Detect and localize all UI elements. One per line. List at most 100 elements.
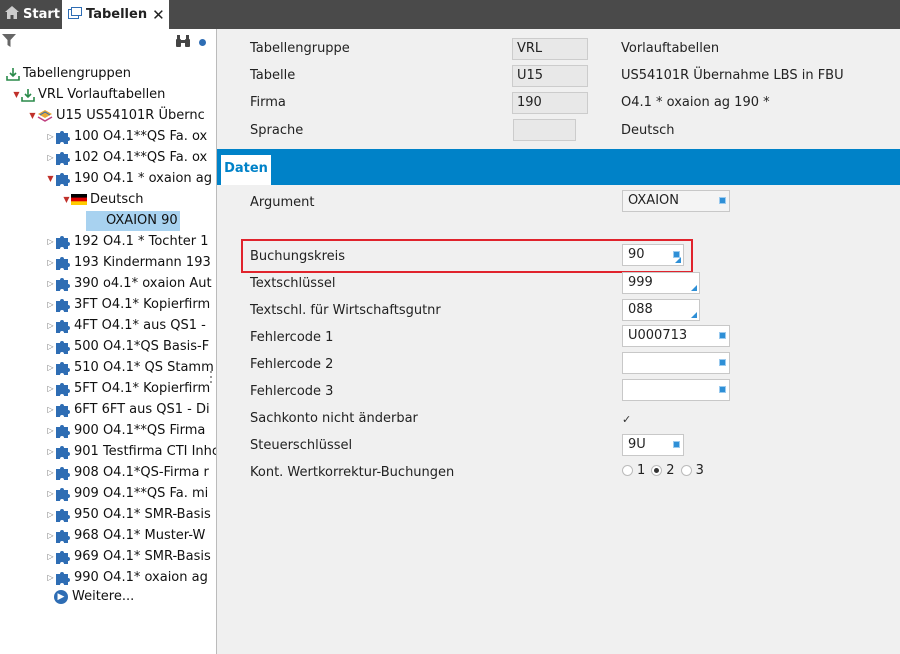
tree-label: 100 O4.1**QS Fa. ox — [74, 129, 208, 144]
tree-label: 908 O4.1*QS-Firma r — [74, 465, 209, 480]
corner-marker-icon — [691, 285, 697, 291]
corner-marker-icon — [675, 257, 681, 263]
radio-option-2[interactable] — [651, 465, 663, 476]
tree-node-company[interactable]: ▷ 900 O4.1**QS Firma — [46, 420, 205, 441]
lookup-icon[interactable] — [719, 386, 726, 393]
collapsed-arrow-icon[interactable]: ▷ — [46, 468, 55, 477]
collapsed-arrow-icon[interactable]: ▷ — [46, 237, 55, 246]
tree-node-company[interactable]: ▷ 193 Kindermann 193 — [46, 252, 210, 273]
collapsed-arrow-icon[interactable]: ▷ — [46, 258, 55, 267]
tree-node-tabellengruppen[interactable]: Tabellengruppen — [6, 63, 131, 84]
tree-node-company[interactable]: ▷ 950 O4.1* SMR-Basis — [46, 504, 210, 525]
collapsed-arrow-icon[interactable]: ▷ — [46, 447, 55, 456]
collapsed-arrow-icon[interactable]: ▷ — [46, 573, 55, 582]
expanded-arrow-icon[interactable]: ▼ — [46, 174, 55, 183]
tree-label: 6FT 6FT aus QS1 - Di — [74, 402, 210, 417]
collapsed-arrow-icon[interactable]: ▷ — [46, 489, 55, 498]
lookup-icon[interactable] — [719, 359, 726, 366]
tree-node-company[interactable]: ▷ 909 O4.1**QS Fa. mi — [46, 483, 208, 504]
buchungskreis-input[interactable]: 90 — [622, 244, 684, 266]
binoculars-icon[interactable] — [176, 35, 190, 51]
tree-node-selected[interactable]: OXAION 90 — [86, 210, 180, 231]
radio-option-3[interactable] — [680, 465, 692, 476]
collapsed-arrow-icon[interactable]: ▷ — [46, 342, 55, 351]
collapsed-arrow-icon[interactable]: ▷ — [46, 132, 55, 141]
fehlercode-2-input[interactable] — [622, 352, 730, 374]
tree-label: 390 o4.1* oxaion Aut — [74, 276, 212, 291]
tree-label: 5FT O4.1* Kopierfirm — [74, 381, 211, 396]
steuerschluessel-input[interactable]: 9U — [622, 434, 684, 456]
puzzle-icon — [55, 129, 71, 145]
tree-node-company[interactable]: ▷ 990 O4.1* oxaion ag — [46, 567, 207, 588]
more-link[interactable]: ▶ Weitere... — [54, 586, 134, 607]
tree-node-vrl[interactable]: ▼ VRL Vorlauftabellen — [12, 84, 165, 105]
collapsed-arrow-icon[interactable]: ▷ — [46, 426, 55, 435]
status-dot-icon[interactable] — [199, 39, 206, 46]
tree-node-company[interactable]: ▷ 192 O4.1 * Tochter 1 — [46, 231, 208, 252]
close-icon[interactable]: ✕ — [152, 6, 165, 24]
tree-node-company[interactable]: ▷ 968 O4.1* Muster-W — [46, 525, 205, 546]
tree-label: VRL Vorlauftabellen — [38, 87, 166, 102]
tree-node-company[interactable]: ▷ 908 O4.1*QS-Firma r — [46, 462, 209, 483]
filter-icon[interactable] — [2, 34, 16, 52]
table-stack-icon — [37, 109, 53, 123]
expanded-arrow-icon[interactable]: ▼ — [28, 111, 37, 120]
puzzle-icon — [55, 339, 71, 355]
collapsed-arrow-icon[interactable]: ▷ — [46, 300, 55, 309]
puzzle-icon — [55, 528, 71, 544]
splitter-handle[interactable] — [210, 371, 213, 386]
collapsed-arrow-icon[interactable]: ▷ — [46, 321, 55, 330]
tree-node-company[interactable]: ▷ 969 O4.1* SMR-Basis — [46, 546, 210, 567]
collapsed-arrow-icon[interactable]: ▷ — [46, 510, 55, 519]
tree-node-company[interactable]: ▷ 510 O4.1* QS Stamm — [46, 357, 213, 378]
puzzle-icon — [55, 234, 71, 250]
textschluessel-input[interactable]: 999 — [622, 272, 700, 294]
expanded-arrow-icon[interactable]: ▼ — [12, 90, 21, 99]
tab-daten[interactable]: Daten — [221, 155, 271, 185]
collapsed-arrow-icon[interactable]: ▷ — [46, 363, 55, 372]
radio-option-1[interactable] — [622, 465, 633, 476]
tree-node-company[interactable]: ▷ 3FT O4.1* Kopierfirm — [46, 294, 210, 315]
tree-label: 190 O4.1 * oxaion ag — [74, 171, 212, 186]
collapsed-arrow-icon[interactable]: ▷ — [46, 153, 55, 162]
tree-node-company[interactable]: ▷ 100 O4.1**QS Fa. ox — [46, 126, 207, 147]
home-icon — [5, 6, 19, 23]
tree-node-company[interactable]: ▷ 102 O4.1**QS Fa. ox — [46, 147, 207, 168]
fehlercode-3-input[interactable] — [622, 379, 730, 401]
tree-node-company[interactable]: ▷ 4FT O4.1* aus QS1 - — [46, 315, 206, 336]
puzzle-icon — [55, 276, 71, 292]
tree-node-company[interactable]: ▷ 6FT 6FT aus QS1 - Di — [46, 399, 210, 420]
tree-label-selected: OXAION 90 — [86, 210, 180, 231]
sachkonto-checkbox[interactable]: ✓ — [622, 413, 631, 426]
header-value-tabellengruppe: VRL — [512, 38, 588, 60]
tree-node-company[interactable]: ▷ 5FT O4.1* Kopierfirm — [46, 378, 210, 399]
tab-start[interactable]: Start — [0, 0, 60, 29]
tree-label: 500 O4.1*QS Basis-F — [74, 339, 210, 354]
lookup-icon[interactable] — [719, 197, 726, 204]
tab-tabellen[interactable]: Tabellen ✕ — [62, 0, 169, 29]
collapsed-arrow-icon[interactable]: ▷ — [46, 405, 55, 414]
tree-label: 4FT O4.1* aus QS1 - — [74, 318, 206, 333]
collapsed-arrow-icon[interactable]: ▷ — [46, 279, 55, 288]
tree-node-company[interactable]: ▷ 390 o4.1* oxaion Aut — [46, 273, 212, 294]
tree-label: 900 O4.1**QS Firma — [74, 423, 206, 438]
window-icon — [68, 6, 82, 23]
header-label-firma: Firma — [250, 95, 286, 110]
fehlercode-1-input[interactable]: U000713 — [622, 325, 730, 347]
tree-node-deutsch[interactable]: ▼ Deutsch — [62, 189, 143, 210]
tree-node-company[interactable]: ▷ 901 Testfirma CTI Inhc — [46, 441, 216, 462]
tab-start-label: Start — [23, 7, 60, 22]
tree-node-company[interactable]: ▷ 500 O4.1*QS Basis-F — [46, 336, 209, 357]
corner-marker-icon — [691, 312, 697, 318]
tree-node-company-190[interactable]: ▼ 190 O4.1 * oxaion ag — [46, 168, 212, 189]
collapsed-arrow-icon[interactable]: ▷ — [46, 552, 55, 561]
lookup-icon[interactable] — [719, 332, 726, 339]
tree-node-u15[interactable]: ▼ U15 US54101R Übernc — [28, 105, 204, 126]
radio-label: 3 — [695, 463, 704, 478]
collapsed-arrow-icon[interactable]: ▷ — [46, 531, 55, 540]
steuerschluessel-value: 9U — [628, 437, 646, 452]
lookup-icon[interactable] — [673, 441, 680, 448]
expanded-arrow-icon[interactable]: ▼ — [62, 195, 71, 204]
collapsed-arrow-icon[interactable]: ▷ — [46, 384, 55, 393]
textschl-wirtschaftsgut-input[interactable]: 088 — [622, 299, 700, 321]
